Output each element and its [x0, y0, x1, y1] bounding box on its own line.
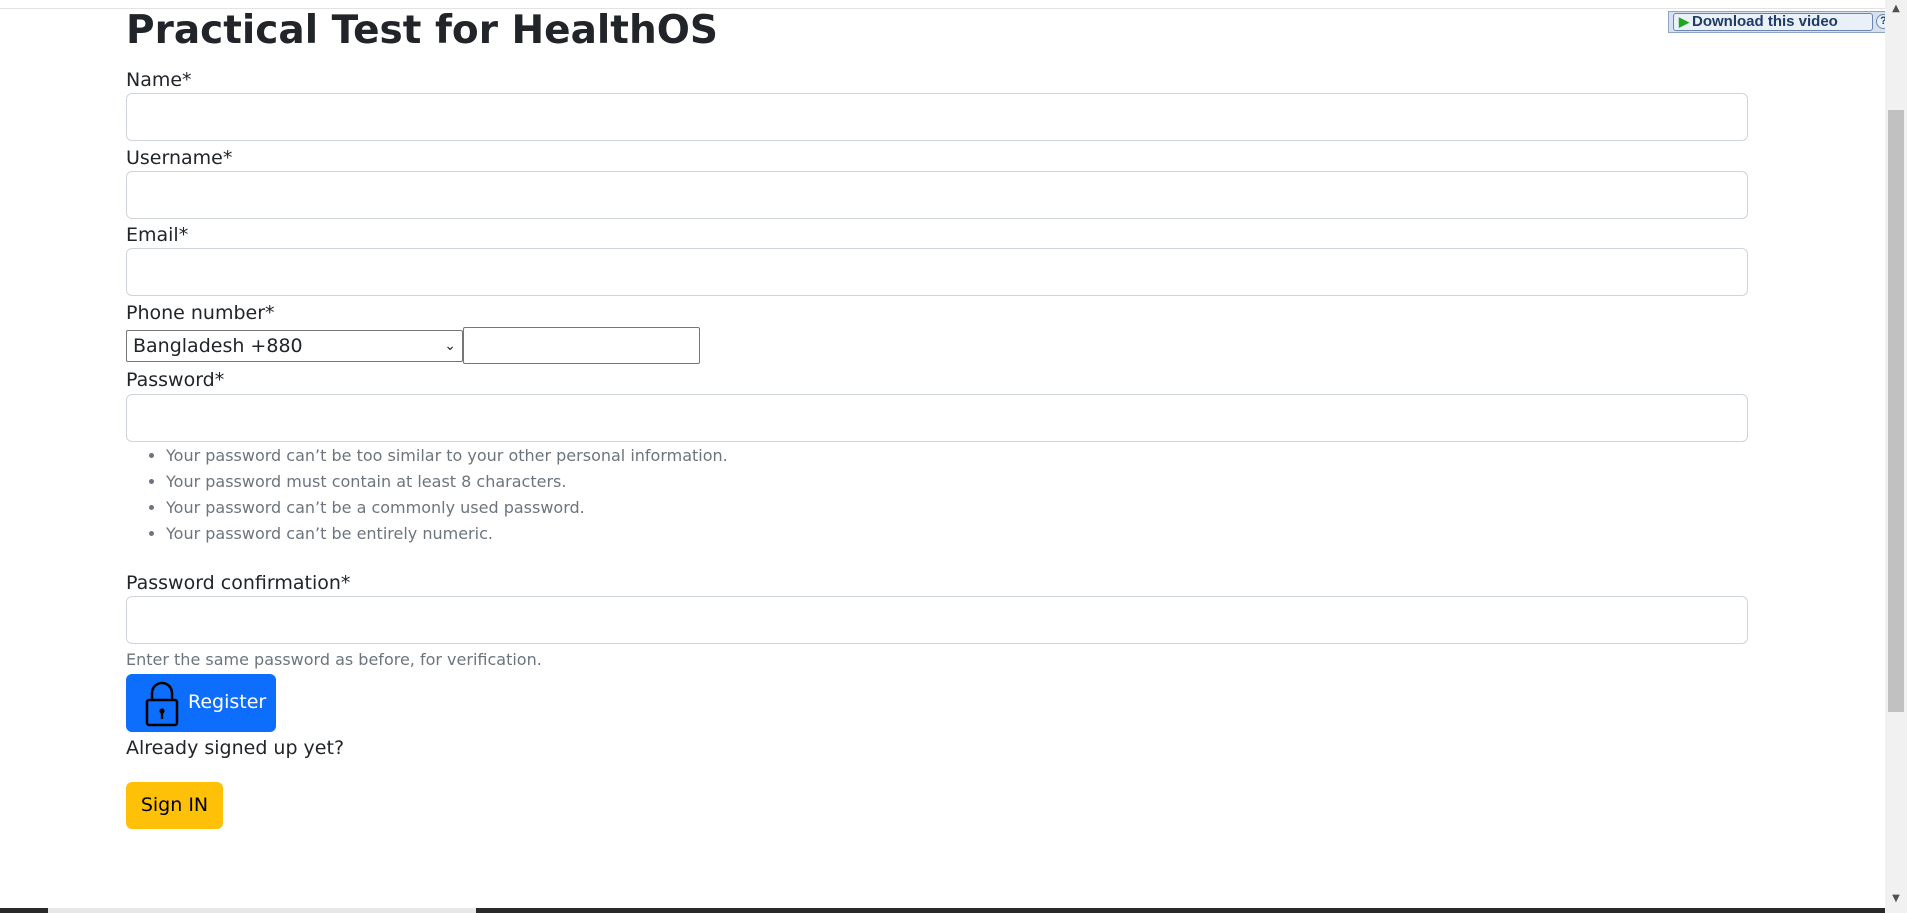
phone-country-select[interactable]: Bangladesh +880 ⌄: [126, 330, 463, 362]
scrollbar-thumb[interactable]: [1888, 110, 1904, 712]
email-label: Email*: [126, 224, 189, 246]
bottom-strip-segment: [48, 908, 476, 913]
download-video-button[interactable]: ▶ Download this video: [1673, 13, 1873, 31]
bottom-strip: [0, 908, 1885, 913]
password-hint: Your password can’t be too similar to yo…: [166, 443, 728, 469]
phone-number-input[interactable]: [463, 327, 700, 364]
password-hints-list: Your password can’t be too similar to yo…: [126, 443, 728, 547]
password-confirm-label: Password confirmation*: [126, 572, 351, 594]
page-title: Practical Test for HealthOS: [126, 8, 718, 53]
password-label: Password*: [126, 369, 225, 391]
password-confirm-help: Enter the same password as before, for v…: [126, 650, 542, 669]
vertical-scrollbar[interactable]: ▲ ▼: [1885, 0, 1907, 913]
password-hint: Your password must contain at least 8 ch…: [166, 469, 728, 495]
download-video-bar: ▶Download this video ? X: [1668, 11, 1907, 33]
phone-label: Phone number*: [126, 302, 275, 324]
username-label: Username*: [126, 147, 233, 169]
scroll-down-arrow-icon[interactable]: ▼: [1885, 890, 1907, 907]
name-input[interactable]: [126, 93, 1748, 141]
phone-country-value: Bangladesh +880: [133, 335, 303, 357]
password-input[interactable]: [126, 394, 1748, 442]
password-confirm-input[interactable]: [126, 596, 1748, 644]
chevron-down-icon: ⌄: [444, 338, 456, 354]
lock-icon: [145, 681, 179, 727]
scroll-up-arrow-icon[interactable]: ▲: [1885, 0, 1907, 17]
register-label: Register: [188, 691, 267, 713]
register-button[interactable]: Register: [126, 674, 276, 732]
password-hint: Your password can’t be entirely numeric.: [166, 521, 728, 547]
already-signed-up-text: Already signed up yet?: [126, 737, 345, 759]
sign-in-button[interactable]: Sign IN: [126, 782, 223, 829]
name-label: Name*: [126, 69, 192, 91]
username-input[interactable]: [126, 171, 1748, 219]
play-icon: ▶: [1679, 14, 1689, 29]
password-hint: Your password can’t be a commonly used p…: [166, 495, 728, 521]
email-input[interactable]: [126, 248, 1748, 296]
download-video-label: Download this video: [1692, 13, 1838, 30]
